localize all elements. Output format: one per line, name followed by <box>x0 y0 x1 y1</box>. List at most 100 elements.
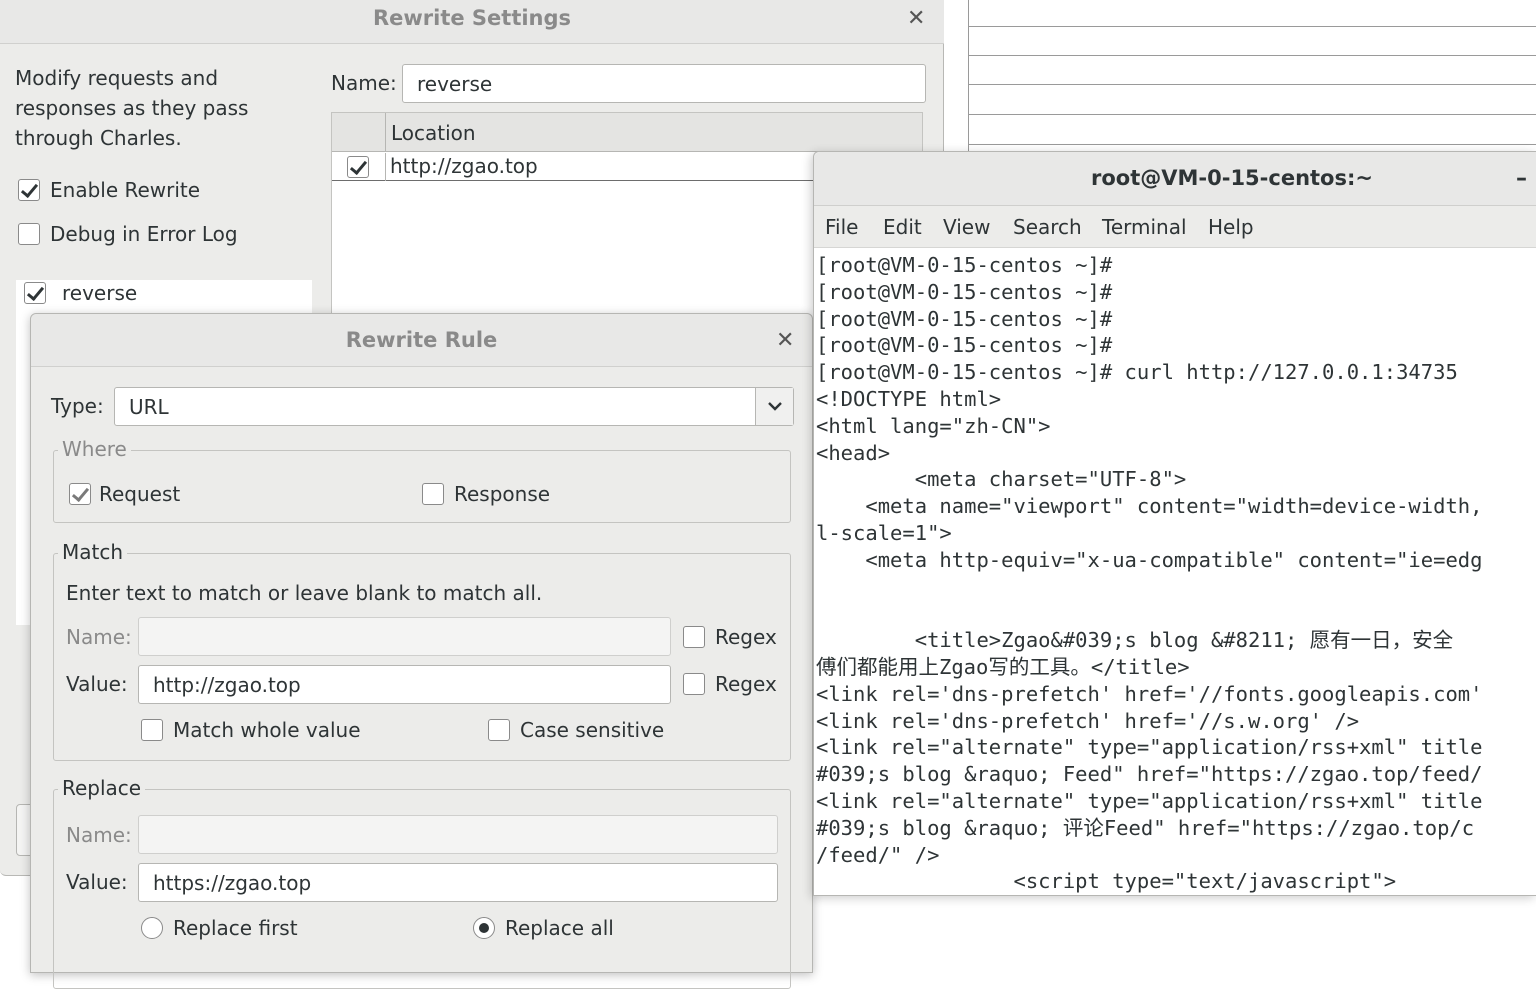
case-sensitive-check-icon[interactable] <box>488 719 510 741</box>
request-label: Request <box>99 482 181 506</box>
match-hint: Enter text to match or leave blank to ma… <box>66 581 543 605</box>
match-name-label: Name: <box>66 625 132 649</box>
rewrite-settings-titlebar[interactable]: Rewrite Settings ✕ <box>0 0 944 44</box>
terminal-line: <meta charset="UTF-8"> <box>816 467 1187 492</box>
location-column-header[interactable]: Location <box>391 121 476 145</box>
terminal-line: <link rel='dns-prefetch' href='//s.w.org… <box>816 708 1360 733</box>
match-whole-value-checkbox[interactable]: Match whole value <box>141 717 361 743</box>
match-group-title: Match <box>58 540 128 564</box>
type-label: Type: <box>51 394 104 418</box>
terminal-line: <title>Zgao&#039;s blog &#8211; 愿有一日，安全 <box>816 628 1454 653</box>
replace-value-label: Value: <box>66 870 128 894</box>
case-sensitive-checkbox[interactable]: Case sensitive <box>488 717 664 743</box>
rewrite-rule-titlebar[interactable]: Rewrite Rule ✕ <box>31 314 812 367</box>
terminal-title: root@VM-0-15-centos:~ <box>1091 166 1373 190</box>
set-enabled-check-icon[interactable] <box>24 282 46 304</box>
terminal-line: <link rel='dns-prefetch' href='//fonts.g… <box>816 681 1483 706</box>
replace-value-input[interactable]: https://zgao.top <box>138 863 778 902</box>
description-line-1: Modify requests and <box>15 66 219 90</box>
where-group-title: Where <box>58 437 131 461</box>
location-enabled-check-icon[interactable] <box>347 156 369 178</box>
locations-table-header: Location <box>332 113 922 152</box>
match-whole-check-icon[interactable] <box>141 719 163 741</box>
terminal-window: root@VM-0-15-centos:~ – File Edit View S… <box>813 151 1536 896</box>
regex-check-icon[interactable] <box>683 673 705 695</box>
terminal-line: [root@VM-0-15-centos ~]# curl http://127… <box>816 360 1458 385</box>
terminal-titlebar[interactable]: root@VM-0-15-centos:~ – <box>814 152 1536 206</box>
match-value-input[interactable]: http://zgao.top <box>138 665 671 704</box>
response-checkbox[interactable]: Response <box>422 481 550 507</box>
terminal-line: <meta name="viewport" content="width=dev… <box>816 494 1483 519</box>
regex-label: Regex <box>715 672 777 696</box>
enable-rewrite-label: Enable Rewrite <box>50 178 201 202</box>
terminal-line: [root@VM-0-15-centos ~]# <box>816 253 1113 277</box>
terminal-menubar: File Edit View Search Terminal Help <box>814 206 1536 248</box>
rewrite-rule-dialog: Rewrite Rule ✕ Type: URL Where Request R… <box>30 313 813 989</box>
terminal-line: <link rel="alternate" type="application/… <box>816 735 1483 760</box>
terminal-line: <script type="text/javascript"> <box>816 869 1397 894</box>
replace-all-label: Replace all <box>505 916 614 940</box>
terminal-line: l-scale=1"> <box>816 520 952 545</box>
replace-name-input[interactable] <box>138 815 778 854</box>
set-name: reverse <box>62 281 138 305</box>
terminal-line: #039;s blog &raquo; 评论Feed" href="https:… <box>816 815 1475 840</box>
replace-all-radio[interactable]: Replace all <box>473 915 614 941</box>
close-icon[interactable]: ✕ <box>907 8 925 30</box>
replace-first-label: Replace first <box>173 916 298 940</box>
close-icon[interactable]: ✕ <box>776 330 794 352</box>
match-value-regex-checkbox[interactable]: Regex <box>683 671 777 697</box>
menu-file[interactable]: File <box>825 215 858 239</box>
terminal-line: [root@VM-0-15-centos ~]# <box>816 306 1113 331</box>
terminal-line: <html lang="zh-CN"> <box>816 413 1051 438</box>
menu-terminal[interactable]: Terminal <box>1102 215 1187 239</box>
rewrite-rule-title: Rewrite Rule <box>345 328 498 352</box>
enable-rewrite-check-icon[interactable] <box>18 179 40 201</box>
terminal-line: [root@VM-0-15-centos ~]# <box>816 333 1113 358</box>
match-value-label: Value: <box>66 672 128 696</box>
match-name-input[interactable] <box>138 617 671 656</box>
type-select-value: URL <box>129 394 169 419</box>
regex-label: Regex <box>715 625 777 649</box>
request-checkbox[interactable]: Request <box>69 481 180 507</box>
request-check-icon[interactable] <box>69 483 91 505</box>
debug-label: Debug in Error Log <box>50 222 238 246</box>
terminal-line: <!DOCTYPE html> <box>816 386 1002 411</box>
response-check-icon[interactable] <box>422 483 444 505</box>
terminal-line: /feed/" /> <box>816 842 940 867</box>
terminal-line: [root@VM-0-15-centos ~]# <box>816 279 1113 304</box>
replace-first-radio[interactable]: Replace first <box>141 915 298 941</box>
replace-value: https://zgao.top <box>153 870 312 895</box>
name-input[interactable]: reverse <box>402 64 926 103</box>
chevron-down-icon[interactable] <box>755 388 793 425</box>
minimize-icon[interactable]: – <box>1516 166 1527 191</box>
replace-first-radio-icon[interactable] <box>141 917 163 939</box>
menu-view[interactable]: View <box>943 215 990 239</box>
name-input-value: reverse <box>417 71 493 96</box>
enable-rewrite-checkbox[interactable]: Enable Rewrite <box>18 177 200 203</box>
replace-group-title: Replace <box>58 776 146 800</box>
response-label: Response <box>454 482 551 506</box>
terminal-line: 傅们都能用上Zgao写的工具。</title> <box>816 654 1190 679</box>
name-label: Name: <box>331 71 397 95</box>
debug-check-icon[interactable] <box>18 223 40 245</box>
match-name-regex-checkbox[interactable]: Regex <box>683 624 777 650</box>
type-select[interactable]: URL <box>114 387 794 426</box>
menu-help[interactable]: Help <box>1208 215 1254 239</box>
terminal-line: #039;s blog &raquo; Feed" href="https://… <box>816 762 1483 787</box>
replace-all-radio-icon[interactable] <box>473 917 495 939</box>
menu-edit[interactable]: Edit <box>883 215 922 239</box>
location-url: http://zgao.top <box>390 154 538 178</box>
menu-search[interactable]: Search <box>1013 215 1082 239</box>
debug-error-log-checkbox[interactable]: Debug in Error Log <box>18 221 238 247</box>
match-whole-label: Match whole value <box>173 718 361 742</box>
terminal-output[interactable]: [root@VM-0-15-centos ~]# [root@VM-0-15-c… <box>816 252 1536 897</box>
list-item[interactable]: reverse <box>24 280 137 306</box>
terminal-line: <meta http-equiv="x-ua-compatible" conte… <box>816 547 1483 572</box>
match-value: http://zgao.top <box>153 672 301 697</box>
regex-check-icon[interactable] <box>683 626 705 648</box>
case-sensitive-label: Case sensitive <box>520 718 665 742</box>
replace-name-label: Name: <box>66 823 132 847</box>
description-line-2: responses as they pass <box>15 96 249 120</box>
